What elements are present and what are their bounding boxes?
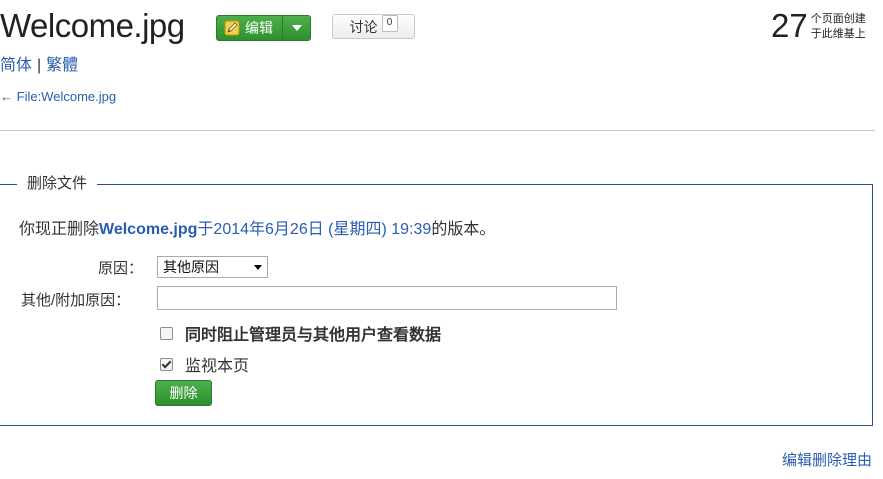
variant-simplified-link[interactable]: 简体 [0,57,32,74]
watch-page-option: 监视本页 [160,352,249,376]
suppress-data-label: 同时阻止管理员与其他用户查看数据 [185,327,442,344]
variant-traditional-link[interactable]: 繁體 [46,57,78,74]
suppress-data-checkbox[interactable] [160,326,173,340]
header-divider [0,130,875,131]
edit-button[interactable]: 编辑 [217,16,283,40]
language-variants: 简体 | 繁體 [0,51,78,75]
talk-button[interactable]: 讨论 0 [332,14,415,39]
fieldset-legend: 删除文件 [17,173,98,195]
intro-file-name: Welcome.jpg [99,221,198,238]
watch-page-label: 监视本页 [185,358,250,375]
watch-page-checkbox[interactable] [160,357,173,371]
edit-button-group: 编辑 [216,15,311,41]
page-counter-line2: 于此维基上 [810,28,866,40]
pencil-icon [224,20,240,36]
variant-separator: | [37,57,42,74]
back-to-file-link[interactable]: ← File:Welcome.jpg [0,89,116,104]
talk-count-badge: 0 [381,15,398,32]
intro-mid: 于 [197,221,214,238]
page-counter-text: 个页面创建 于此维基上 [811,12,866,42]
back-link-text: File:Welcome.jpg [16,89,117,104]
edit-button-label: 编辑 [245,20,273,36]
page-counter-number: 27 [771,7,808,44]
reason-select-value: 其他原因 [163,259,219,275]
delete-intro-text: 你现正删除Welcome.jpg于2014年6月26日 (星期四) 19:39的… [19,215,495,239]
edit-dropdown-button[interactable] [283,16,310,40]
page-counter: 27 个页面创建 于此维基上 [771,6,866,46]
intro-suffix: 的版本。 [431,221,496,238]
intro-date-link[interactable]: 2014年6月26日 (星期四) 19:39 [213,221,431,238]
other-reason-input[interactable] [157,286,617,310]
page-title: Welcome.jpg [0,7,185,44]
edit-delete-reasons-link[interactable]: 编辑删除理由 [782,449,872,470]
page-counter-line1: 个页面创建 [810,13,866,25]
chevron-down-icon [291,25,302,31]
suppress-data-option: 同时阻止管理员与其他用户查看数据 [160,321,441,345]
talk-button-label: 讨论 [349,18,378,35]
intro-prefix: 你现正删除 [19,221,100,238]
reason-label: 原因： [98,260,144,277]
reason-select[interactable]: 其他原因 [157,256,268,278]
other-reason-label: 其他/附加原因： [21,292,131,309]
chevron-down-icon [254,265,262,270]
left-arrow-icon: ← [0,89,13,104]
delete-button[interactable]: 删除 [155,380,212,406]
